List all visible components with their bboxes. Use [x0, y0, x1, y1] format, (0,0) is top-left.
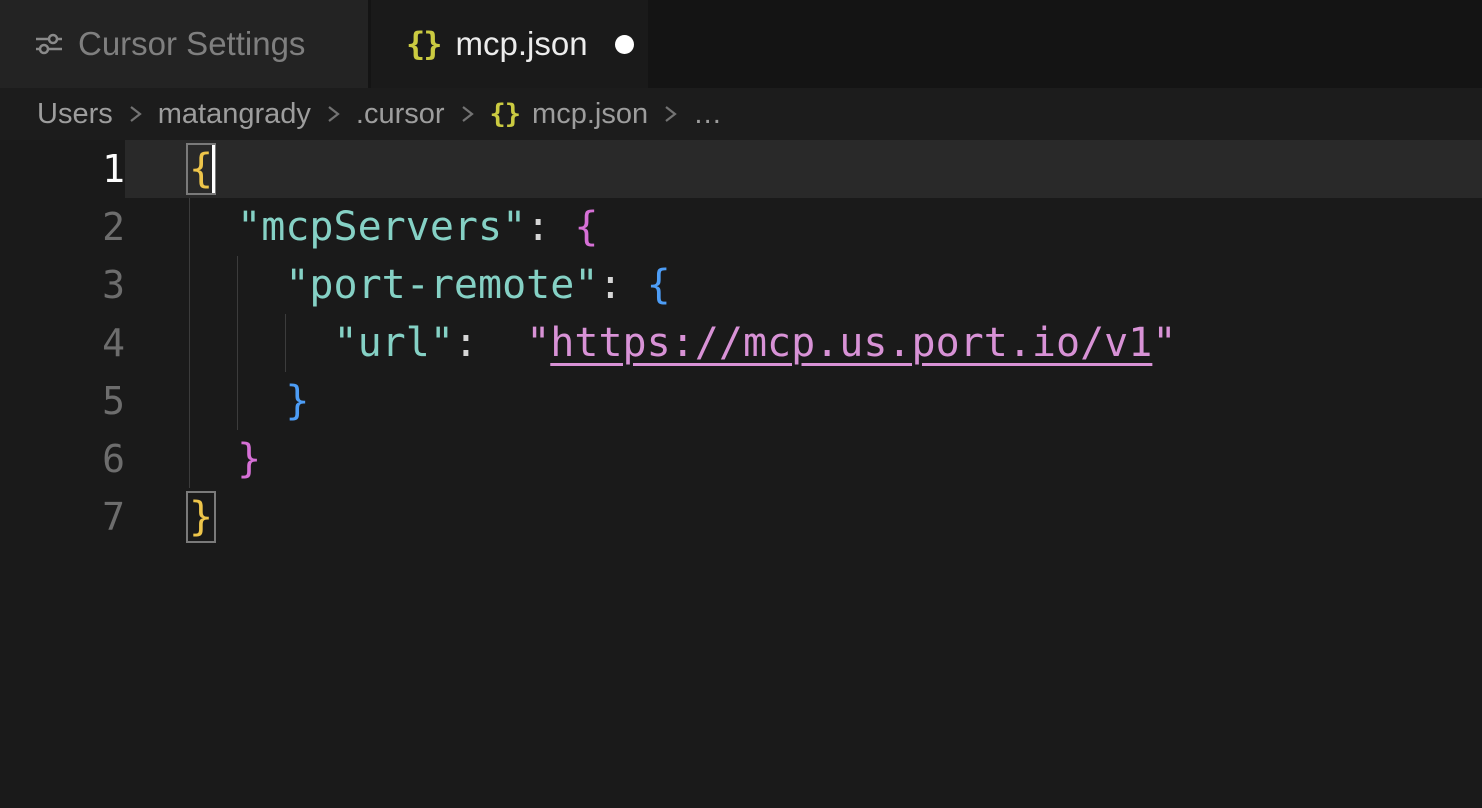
token-bracket3: {	[647, 262, 671, 308]
chevron-right-icon	[662, 100, 679, 128]
breadcrumb-item[interactable]: .cursor	[356, 98, 445, 131]
editor-window: Cursor Settings {} mcp.json Users matangr…	[0, 0, 1482, 808]
sliders-icon	[35, 30, 63, 58]
token-whitespace	[189, 204, 237, 250]
line-text: }	[125, 430, 1482, 488]
code-line[interactable]: 4 "url": "https://mcp.us.port.io/v1"	[0, 314, 1482, 372]
indent-guide	[237, 256, 238, 430]
breadcrumb-label: matangrady	[158, 98, 311, 131]
line-text: }	[125, 488, 1482, 546]
tab-bar: Cursor Settings {} mcp.json	[0, 0, 1482, 88]
indent-guide	[285, 314, 286, 372]
line-number: 3	[0, 256, 125, 314]
code-line[interactable]: 6 }	[0, 430, 1482, 488]
code-line[interactable]: 1{	[0, 140, 1482, 198]
tab-label: Cursor Settings	[78, 25, 305, 63]
breadcrumb-item[interactable]: matangrady	[158, 98, 311, 131]
breadcrumb-label: mcp.json	[532, 98, 648, 131]
token-bracket1: }	[189, 494, 213, 540]
code-line[interactable]: 3 "port-remote": {	[0, 256, 1482, 314]
tab-mcp-json[interactable]: {} mcp.json	[371, 0, 648, 88]
line-text: {	[125, 140, 1482, 198]
breadcrumb-item[interactable]: …	[693, 98, 722, 131]
breadcrumb: Users matangrady .cursor {} mcp.json …	[0, 88, 1482, 140]
token-punct: :	[598, 262, 622, 308]
token-key: "mcpServers"	[237, 204, 526, 250]
tab-label: mcp.json	[456, 25, 588, 63]
token-key: "port-remote"	[285, 262, 598, 308]
token-punct: :	[526, 204, 550, 250]
code-line[interactable]: 5 }	[0, 372, 1482, 430]
line-text: "port-remote": {	[125, 256, 1482, 314]
breadcrumb-label: …	[693, 98, 722, 131]
breadcrumb-label: Users	[37, 98, 113, 131]
line-text: }	[125, 372, 1482, 430]
token-whitespace	[550, 204, 574, 250]
line-number: 2	[0, 198, 125, 256]
line-text: "mcpServers": {	[125, 198, 1482, 256]
chevron-right-icon	[459, 100, 476, 128]
modified-dot[interactable]	[615, 35, 634, 54]
token-whitespace	[623, 262, 647, 308]
code-editor[interactable]: 1{2 "mcpServers": {3 "port-remote": {4 "…	[0, 140, 1482, 808]
token-whitespace	[478, 320, 526, 366]
breadcrumb-item[interactable]: Users	[37, 98, 113, 131]
token-string: "	[1152, 320, 1176, 366]
tab-cursor-settings[interactable]: Cursor Settings	[0, 0, 368, 88]
json-braces-icon: {}	[406, 25, 441, 63]
token-bracket2: {	[574, 204, 598, 250]
line-text: "url": "https://mcp.us.port.io/v1"	[125, 314, 1482, 372]
text-cursor	[212, 145, 215, 193]
code-line[interactable]: 7}	[0, 488, 1482, 546]
chevron-right-icon	[127, 100, 144, 128]
url-link[interactable]: https://mcp.us.port.io/v1	[550, 320, 1152, 366]
breadcrumb-label: .cursor	[356, 98, 445, 131]
chevron-right-icon	[325, 100, 342, 128]
token-bracket1: {	[189, 146, 213, 192]
token-bracket3: }	[285, 378, 309, 424]
indent-guide	[189, 198, 190, 488]
breadcrumb-item[interactable]: {} mcp.json	[490, 98, 649, 131]
token-whitespace	[189, 436, 237, 482]
code-line[interactable]: 2 "mcpServers": {	[0, 198, 1482, 256]
token-punct: :	[454, 320, 478, 366]
token-string: "	[526, 320, 550, 366]
token-bracket2: }	[237, 436, 261, 482]
token-key: "url"	[334, 320, 454, 366]
line-number: 7	[0, 488, 125, 546]
json-braces-icon: {}	[490, 99, 521, 130]
line-number: 6	[0, 430, 125, 488]
line-number: 1	[0, 140, 125, 198]
line-number: 5	[0, 372, 125, 430]
token-whitespace	[189, 320, 334, 366]
line-number: 4	[0, 314, 125, 372]
